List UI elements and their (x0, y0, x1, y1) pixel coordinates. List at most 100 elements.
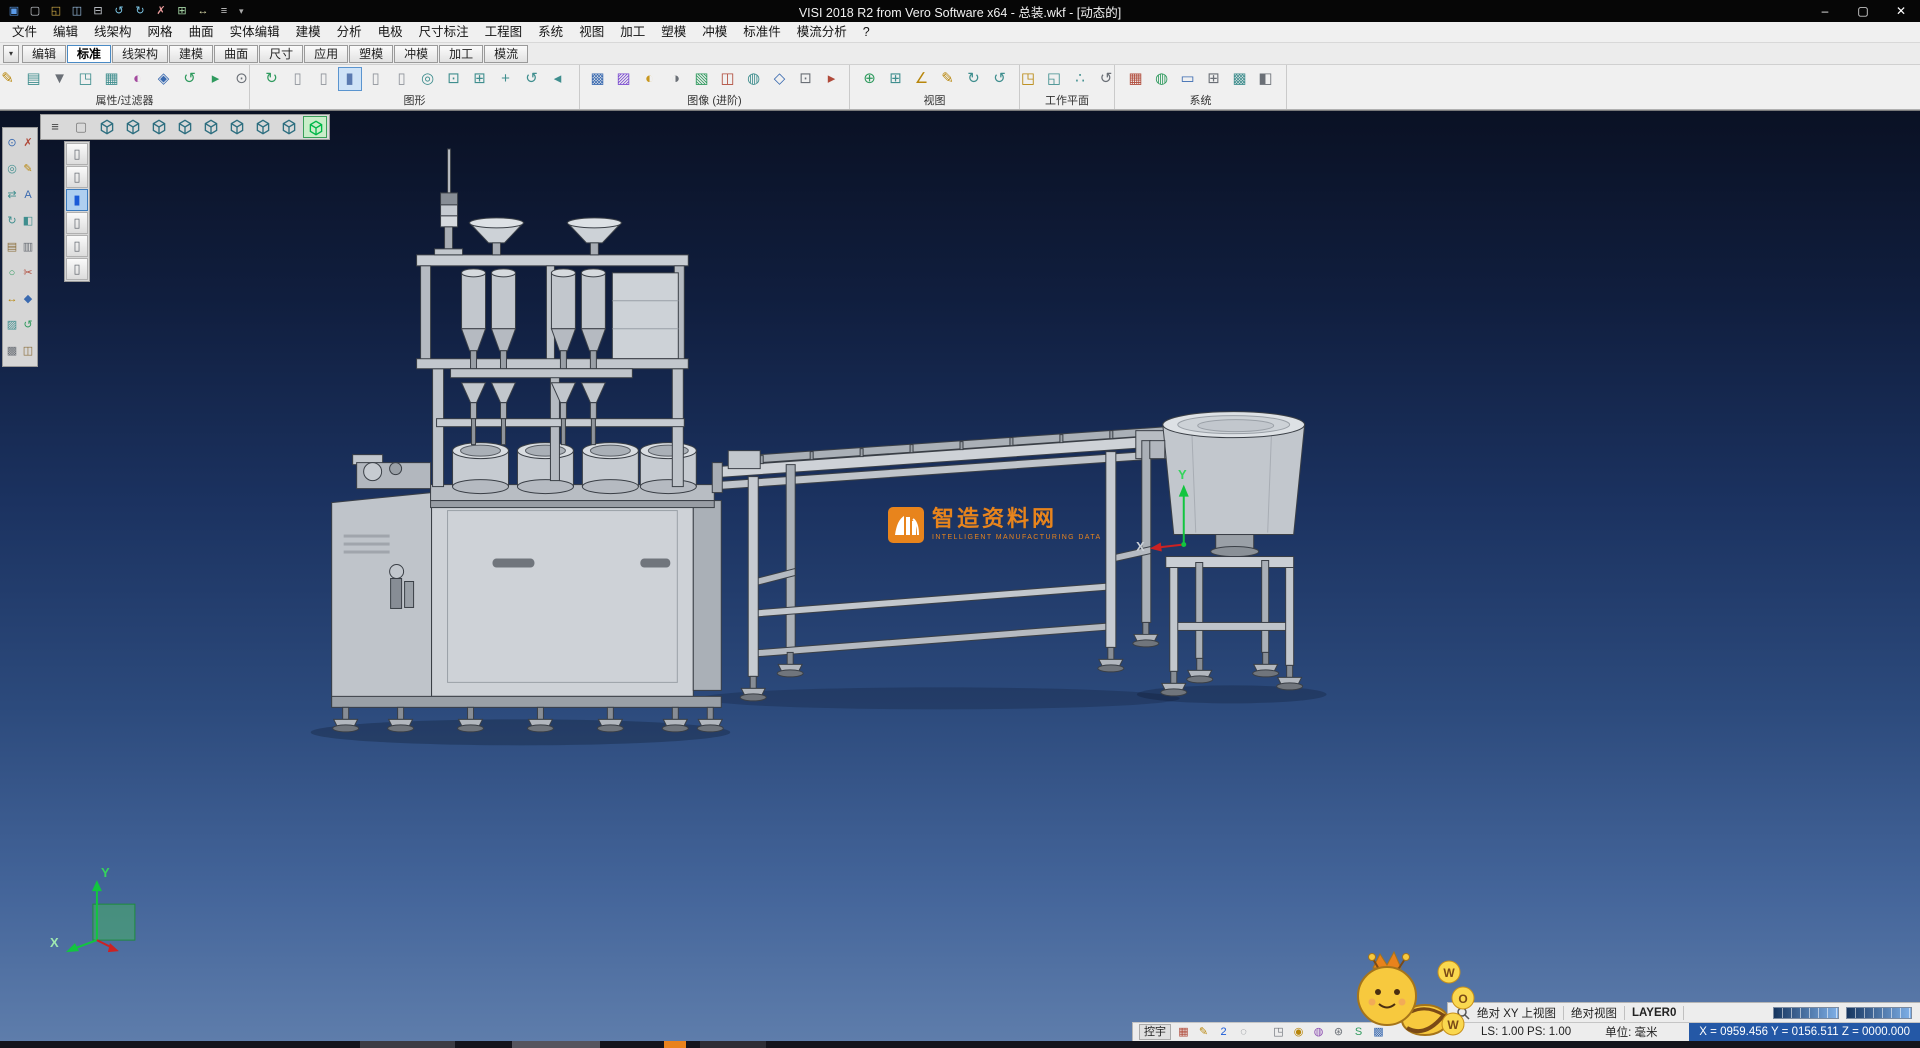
view-orientation-label[interactable]: 绝对 XY 上视图 (1477, 1005, 1556, 1021)
close-button[interactable]: ✕ (1882, 0, 1920, 22)
section-view-icon[interactable]: ◫ (716, 67, 740, 91)
view-mode-ghost-icon[interactable]: ▯ (66, 235, 88, 257)
attributes-panel-icon[interactable]: ▤ (22, 67, 46, 91)
refresh-tool-icon[interactable]: ↺ (20, 312, 36, 338)
reset-filter-icon[interactable]: ↺ (178, 67, 202, 91)
ribbon-tab[interactable]: 塑模 (349, 45, 393, 63)
menu-item[interactable]: 工程图 (477, 22, 531, 42)
mirror-tool-icon[interactable]: ◧ (20, 208, 36, 234)
wireframe-mode-icon[interactable]: ▯ (286, 67, 310, 91)
view-mode-hidden-icon[interactable]: ▯ (66, 166, 88, 188)
taskbar-app-button[interactable] (664, 1041, 686, 1048)
trim-tool-icon[interactable]: ✂ (20, 260, 36, 286)
ribbon-tab[interactable]: 应用 (304, 45, 348, 63)
background-icon[interactable]: ▧ (690, 67, 714, 91)
system-display-icon[interactable]: ▭ (1176, 67, 1200, 91)
perspective-icon[interactable]: ◇ (768, 67, 792, 91)
menu-item[interactable]: 系统 (530, 22, 571, 42)
taskbar-app-button[interactable] (512, 1041, 600, 1048)
ribbon-tab[interactable]: 冲模 (394, 45, 438, 63)
rendered-mode-icon[interactable]: ▯ (364, 67, 388, 91)
view-list-icon[interactable]: ≡ (43, 116, 67, 138)
menu-item[interactable]: 曲面 (181, 22, 222, 42)
move-tool-icon[interactable]: ⇄ (4, 182, 20, 208)
hatch-tool-icon[interactable]: ▨ (4, 312, 20, 338)
taskbar-app-button[interactable] (700, 1041, 766, 1048)
menu-item[interactable]: 分析 (329, 22, 370, 42)
view-plain-icon[interactable]: ▢ (69, 116, 93, 138)
workplane-points-icon[interactable]: ∴ (1068, 67, 1092, 91)
materials-icon[interactable]: ▨ (612, 67, 636, 91)
ribbon-tab[interactable]: 标准 (67, 45, 111, 63)
snap-toggle[interactable]: 控宇 (1139, 1024, 1171, 1040)
edit-pencil-icon[interactable]: ✎ (1195, 1025, 1212, 1040)
hidden-line-mode-icon[interactable]: ▯ (312, 67, 336, 91)
grid-tool-icon[interactable]: ▩ (4, 338, 20, 364)
maximize-button[interactable]: ▢ (1844, 0, 1882, 22)
filter-funnel-icon[interactable]: ▼ (48, 67, 72, 91)
notes-tool-icon[interactable]: ▥ (20, 234, 36, 260)
shaded-mode-icon[interactable]: ▮ (338, 67, 362, 91)
taskbar-app-button[interactable] (360, 1041, 455, 1048)
edit-tool-icon[interactable]: ✎ (20, 156, 36, 182)
selection-filter-icon[interactable]: ◳ (74, 67, 98, 91)
rotate-view-icon[interactable]: ↺ (520, 67, 544, 91)
menu-item[interactable]: 实体编辑 (222, 22, 288, 42)
snapshot-icon[interactable]: ⊡ (794, 67, 818, 91)
menu-item[interactable]: 标准件 (735, 22, 789, 42)
ribbon-tab[interactable]: 加工 (439, 45, 483, 63)
save-icon[interactable]: ◫ (68, 3, 86, 19)
clipboard-tool-icon[interactable]: ◫ (20, 338, 36, 364)
system-colors-icon[interactable]: ▦ (1124, 67, 1148, 91)
lights-icon[interactable]: ◐ (638, 67, 662, 91)
right-view-icon[interactable] (173, 116, 197, 138)
system-grid-icon[interactable]: ▩ (1228, 67, 1252, 91)
rotate-tool-icon[interactable]: ↻ (4, 208, 20, 234)
entity-filter-icon[interactable]: ◈ (152, 67, 176, 91)
app-icon[interactable]: ▣ (5, 3, 23, 19)
grid-icon[interactable]: ⊞ (173, 3, 191, 19)
menu-item[interactable]: 编辑 (45, 22, 86, 42)
color-filter-icon[interactable]: ◐ (126, 67, 150, 91)
active-layer-label[interactable]: LAYER0 (1632, 1007, 1676, 1019)
top-view-icon[interactable] (121, 116, 145, 138)
bowl-feeder-model[interactable] (1150, 412, 1305, 696)
ribbon-tab[interactable]: 建模 (169, 45, 213, 63)
ribbon-tab[interactable]: 线架构 (112, 45, 168, 63)
axon-view-icon[interactable] (277, 116, 301, 138)
system-snap-icon[interactable]: ⊞ (1202, 67, 1226, 91)
circle-tool-icon[interactable]: ○ (4, 260, 20, 286)
workplane-new-icon[interactable]: ◳ (1016, 67, 1040, 91)
view-previous-icon[interactable]: ↺ (988, 67, 1012, 91)
snap-tool-icon[interactable]: ◎ (4, 156, 20, 182)
redraw-icon[interactable]: ↻ (260, 67, 284, 91)
redo-icon[interactable]: ↻ (131, 3, 149, 19)
filling-machine-model[interactable] (332, 149, 724, 732)
ribbon-tab[interactable]: 模流 (484, 45, 528, 63)
front-view-icon[interactable] (147, 116, 171, 138)
view-refresh-icon[interactable]: ↻ (962, 67, 986, 91)
menu-item[interactable]: 模流分析 (789, 22, 855, 42)
back-view-icon[interactable] (225, 116, 249, 138)
open-file-icon[interactable]: ◱ (47, 3, 65, 19)
delete-icon[interactable]: ✗ (152, 3, 170, 19)
tab-dropdown-button[interactable]: ▾ (3, 45, 19, 63)
menu-item[interactable]: 建模 (288, 22, 329, 42)
hand-tool-icon[interactable]: ◉ (1290, 1025, 1307, 1040)
conveyor-model[interactable] (712, 427, 1179, 701)
menu-item[interactable]: 加工 (612, 22, 653, 42)
snap-grid-icon[interactable]: ▦ (1175, 1025, 1192, 1040)
ribbon-tab[interactable]: 曲面 (214, 45, 258, 63)
menu-item[interactable]: 网格 (140, 22, 181, 42)
cube-tool-icon[interactable]: ◳ (1270, 1025, 1287, 1040)
shadows-icon[interactable]: ◑ (664, 67, 688, 91)
quick-pick-icon[interactable]: ▸ (204, 67, 228, 91)
animation-icon[interactable]: ▸ (820, 67, 844, 91)
units-label[interactable]: 单位: 毫米 (1605, 1024, 1657, 1040)
view-annotate-icon[interactable]: ✎ (936, 67, 960, 91)
menu-item[interactable]: 线架构 (86, 22, 140, 42)
pan-view-icon[interactable]: + (494, 67, 518, 91)
view-zoom-all-icon[interactable]: ⊕ (858, 67, 882, 91)
new-file-icon[interactable]: ▢ (26, 3, 44, 19)
layers-tool-icon[interactable]: ▤ (4, 234, 20, 260)
